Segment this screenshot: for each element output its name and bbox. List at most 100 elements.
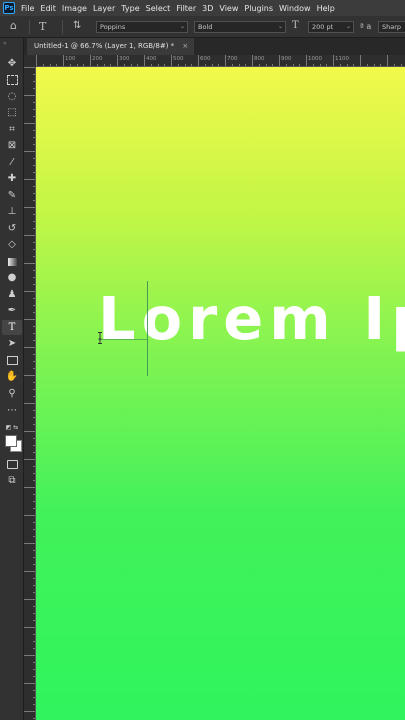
ruler-tick [117,55,118,66]
font-size-value: 200 pt [312,23,334,31]
move-tool-icon[interactable]: ✥ [2,56,22,71]
ruler-tick [24,179,35,180]
ruler-tick [24,627,35,628]
divider [29,20,30,34]
crop-tool-icon[interactable]: ⌗ [2,122,22,137]
ruler-label: 800 [254,56,265,62]
canvas[interactable]: Lorem Ipsum [36,67,405,720]
menu-select[interactable]: Select [146,4,171,13]
home-icon[interactable]: ⌂ [10,19,17,32]
healing-brush-tool-icon[interactable]: ✚ [2,171,22,186]
swap-colors-icon[interactable]: ◩ ⇆ [2,420,22,435]
ruler-corner[interactable] [24,55,36,67]
ruler-tick [24,711,35,712]
menu-edit[interactable]: Edit [40,4,56,13]
font-size-select[interactable]: 200 pt ⌄ [308,21,354,33]
font-style-select[interactable]: Bold ⌄ [194,21,286,33]
ruler-tick [24,67,35,68]
eyedropper-tool-icon[interactable]: ⁄ [2,155,22,170]
ruler-tick [63,55,64,66]
close-icon[interactable]: × [182,42,188,50]
ruler-label: 200 [92,56,103,62]
ruler-tick [24,95,35,96]
menu-plugins[interactable]: Plugins [244,4,273,13]
ruler-tick [360,55,361,66]
marquee-tool-icon[interactable] [2,72,22,87]
chevron-down-icon: ⌄ [179,23,185,30]
history-brush-tool-icon[interactable]: ↺ [2,221,22,236]
ruler-tick [24,683,35,684]
screen-mode-icon[interactable]: ⧉ [2,473,22,488]
menu-bar: Ps File Edit Image Layer Type Select Fil… [0,0,405,16]
ruler-tick [306,55,307,66]
document-tab[interactable]: Untitled-1 @ 66.7% (Layer 1, RGB/8#) * × [27,38,195,55]
ruler-tick [24,123,35,124]
antialias-select[interactable]: Sharp [378,21,405,33]
pen-tool-icon[interactable]: ✒ [2,303,22,318]
horizontal-ruler[interactable]: 100 200 300 400 500 600 700 800 900 1000 1100 [36,55,405,67]
ruler-tick [90,55,91,66]
gradient-tool-icon[interactable] [2,254,22,269]
ruler-tick [24,347,35,348]
ruler-label: 300 [119,56,130,62]
ruler-tick [24,487,35,488]
text-orientation-icon[interactable]: ⇅ [73,20,81,31]
ruler-tick [36,55,37,66]
foreground-color-front [5,435,17,447]
menu-type[interactable]: Type [121,4,139,13]
ruler-label: 400 [146,56,157,62]
brush-tool-icon[interactable]: ✎ [2,188,22,203]
zoom-tool-icon[interactable]: ⚲ [2,386,22,401]
options-bar: ⌂ T ⇅ Poppins ⌄ Bold ⌄ T 200 pt ⌄ ª a Sh… [0,16,405,38]
hand-tool-icon[interactable]: ✋ [2,369,22,384]
ruler-tick [171,55,172,66]
eraser-tool-icon[interactable]: ◇ [2,237,22,252]
dodge-tool-icon[interactable]: ♟ [2,287,22,302]
menu-layer[interactable]: Layer [93,4,115,13]
ruler-tick [24,571,35,572]
tools-panel: » ✥ ◌ ⬚ ⌗ ⊠ ⁄ ✚ ✎ ⊥ ↺ ◇ ● ♟ ✒ T ➤ ✋ ⚲ ⋯ … [0,38,24,720]
ruler-tick [24,207,35,208]
more-tools-icon[interactable]: ⋯ [2,403,22,418]
photoshop-logo[interactable]: Ps [3,2,15,14]
menu-help[interactable]: Help [317,4,335,13]
ruler-tick [24,375,35,376]
menu-window[interactable]: Window [279,4,311,13]
font-style-value: Bold [198,23,213,31]
ruler-tick [24,263,35,264]
ruler-label: 500 [173,56,184,62]
ruler-tick [279,55,280,66]
ruler-tick [24,291,35,292]
type-tool-preset-icon[interactable]: T [39,20,46,33]
menu-file[interactable]: File [21,4,34,13]
menu-image[interactable]: Image [62,4,87,13]
font-family-select[interactable]: Poppins ⌄ [96,21,188,33]
menu-filter[interactable]: Filter [176,4,196,13]
ruler-tick [24,543,35,544]
ruler-label: 600 [200,56,211,62]
menu-view[interactable]: View [219,4,238,13]
blur-tool-icon[interactable]: ● [2,270,22,285]
lasso-tool-icon[interactable]: ◌ [2,89,22,104]
text-cursor-guide [147,281,148,376]
type-tool-icon[interactable]: T [2,320,22,335]
ruler-tick [333,55,334,66]
ruler-tick [24,655,35,656]
menu-3d[interactable]: 3D [202,4,213,13]
panel-collapse-icon[interactable]: » [3,40,7,47]
clone-stamp-tool-icon[interactable]: ⊥ [2,204,22,219]
vertical-ruler[interactable] [24,67,36,720]
chevron-down-icon: ⌄ [277,23,283,30]
rectangle-tool-icon[interactable] [2,353,22,368]
font-family-value: Poppins [100,23,126,31]
path-selection-tool-icon[interactable]: ➤ [2,336,22,351]
ruler-tick [24,431,35,432]
frame-tool-icon[interactable]: ⊠ [2,138,22,153]
ruler-label: 1000 [308,56,322,62]
ruler-tick [198,55,199,66]
object-selection-tool-icon[interactable]: ⬚ [2,105,22,120]
antialias-value: Sharp [382,23,402,31]
chevron-down-icon: ⌄ [345,23,351,30]
quick-mask-icon[interactable] [2,457,22,472]
text-baseline-guide [99,339,147,340]
